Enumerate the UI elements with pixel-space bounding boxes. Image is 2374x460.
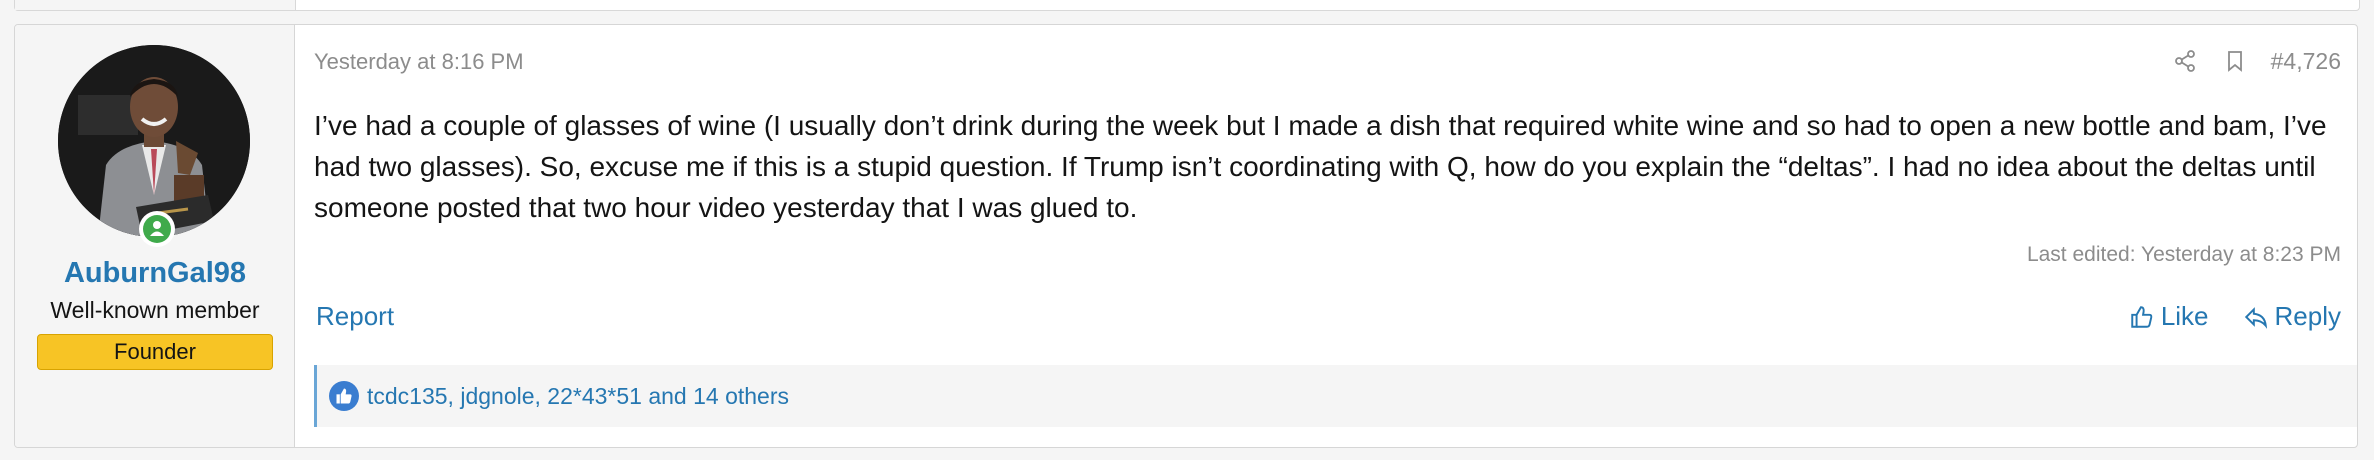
post-main: Yesterday at 8:16 PM #4,726 I’ve had a c… bbox=[314, 25, 2357, 447]
reactions-bar[interactable]: tcdc135, jdgnole, 22*43*51 and 14 others bbox=[314, 365, 2357, 427]
post-date[interactable]: Yesterday at 8:16 PM bbox=[314, 49, 524, 75]
previous-post-edge bbox=[14, 0, 2360, 11]
bookmark-icon[interactable] bbox=[2221, 47, 2249, 75]
reply-label: Reply bbox=[2274, 301, 2341, 331]
forum-post: AuburnGal98 Well-known member Founder Ye… bbox=[14, 24, 2358, 448]
like-reaction-icon bbox=[329, 381, 359, 411]
report-link[interactable]: Report bbox=[316, 301, 394, 332]
post-actions: Like Reply bbox=[2129, 301, 2341, 332]
user-online-icon bbox=[150, 221, 164, 236]
username[interactable]: AuburnGal98 bbox=[15, 257, 295, 290]
reply-button[interactable]: Reply bbox=[2243, 301, 2341, 332]
last-edited: Last edited: Yesterday at 8:23 PM bbox=[2026, 243, 2341, 266]
like-button[interactable]: Like bbox=[2129, 301, 2209, 332]
share-icon[interactable] bbox=[2171, 47, 2199, 75]
like-label: Like bbox=[2160, 301, 2209, 331]
post-message: I’ve had a couple of glasses of wine (I … bbox=[314, 110, 2327, 223]
reactions-list[interactable]: tcdc135, jdgnole, 22*43*51 and 14 others bbox=[367, 383, 789, 410]
post-user-column: AuburnGal98 Well-known member Founder bbox=[15, 25, 295, 447]
avatar-photo bbox=[58, 45, 250, 237]
thumbs-up-icon bbox=[2131, 305, 2153, 328]
reply-icon bbox=[2244, 306, 2267, 329]
user-online-badge bbox=[139, 211, 175, 247]
avatar[interactable] bbox=[58, 45, 250, 237]
user-banner: Founder bbox=[37, 334, 273, 370]
post-tools: #4,726 bbox=[2171, 45, 2341, 77]
previous-post-user-column bbox=[15, 0, 296, 10]
post-number[interactable]: #4,726 bbox=[2271, 48, 2341, 75]
user-title: Well-known member bbox=[50, 297, 260, 323]
